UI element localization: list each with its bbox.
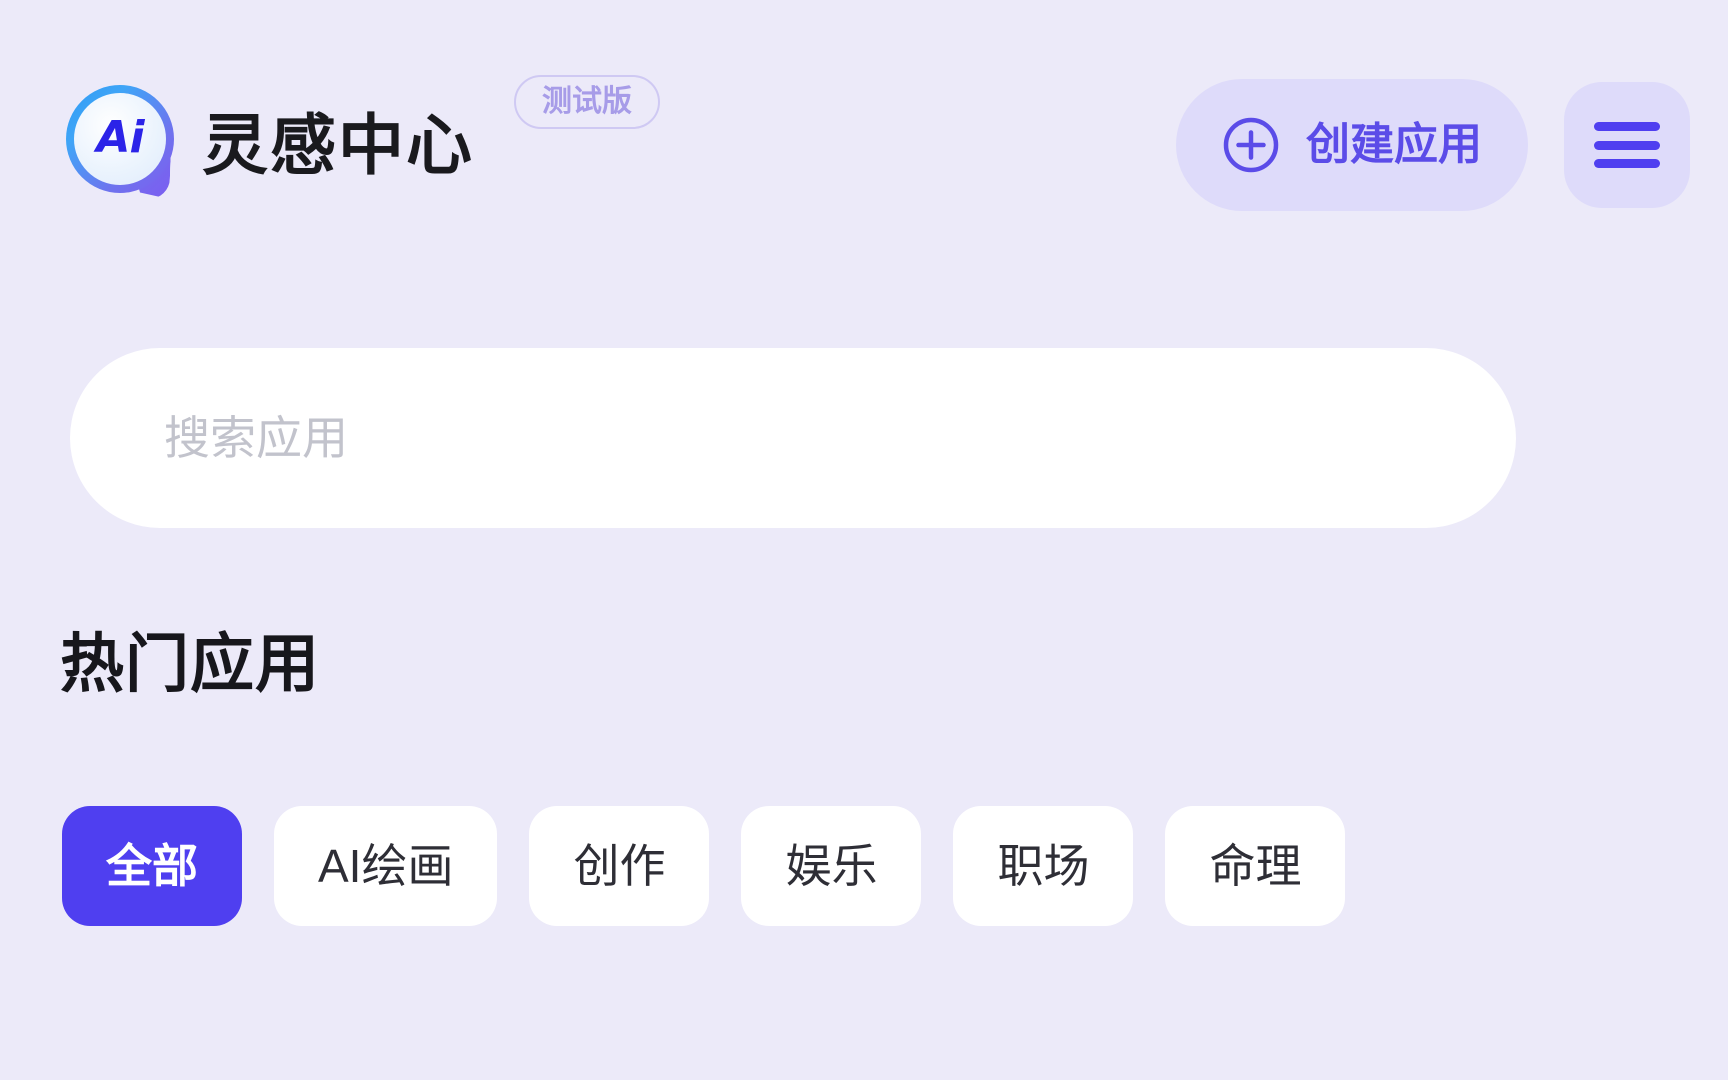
app-logo-icon: Ai — [62, 79, 180, 211]
create-app-label: 创建应用 — [1306, 120, 1482, 169]
header-actions: 创建应用 — [1176, 79, 1690, 211]
app-root: Ai 灵感中心 测试版 创建应用 搜索应用 热门应用 全部 AI绘画 创作 娱乐… — [0, 0, 1728, 1080]
search-input[interactable] — [70, 348, 1516, 528]
hamburger-menu-icon — [1594, 122, 1660, 168]
search-bar — [70, 348, 1516, 528]
brand: Ai 灵感中心 测试版 — [62, 75, 660, 211]
category-chip-workplace[interactable]: 职场 — [953, 806, 1134, 926]
category-chip-ai-painting[interactable]: AI绘画 — [274, 806, 498, 926]
menu-button[interactable] — [1564, 82, 1690, 208]
section-title: 热门应用 — [60, 628, 320, 700]
app-header: Ai 灵感中心 测试版 创建应用 — [0, 0, 1728, 290]
create-app-button[interactable]: 创建应用 — [1176, 79, 1528, 211]
category-chip-all[interactable]: 全部 — [62, 806, 242, 926]
category-chip-fortune[interactable]: 命理 — [1165, 806, 1346, 926]
beta-badge: 测试版 — [514, 75, 660, 129]
plus-circle-icon — [1223, 117, 1279, 173]
logo-inner-circle: Ai — [74, 93, 166, 185]
category-filter-list: 全部 AI绘画 创作 娱乐 职场 命理 — [62, 806, 1346, 926]
category-chip-entertainment[interactable]: 娱乐 — [741, 806, 922, 926]
logo-text: Ai — [96, 112, 144, 163]
page-title: 灵感中心 — [202, 108, 474, 182]
category-chip-creation[interactable]: 创作 — [529, 806, 710, 926]
